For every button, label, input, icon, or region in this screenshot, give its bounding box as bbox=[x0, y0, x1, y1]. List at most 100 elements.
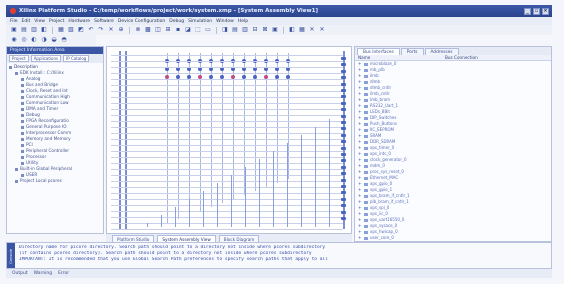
tab-error[interactable]: Error bbox=[58, 271, 69, 276]
menu-hardware[interactable]: Hardware bbox=[68, 19, 90, 24]
app-window: Xilinx Platform Studio - C:/temp/workflo… bbox=[0, 0, 564, 284]
toolbar-button-icon[interactable]: ◩ bbox=[77, 26, 85, 34]
tree-node-icon bbox=[21, 149, 24, 153]
toolbar-button-icon[interactable]: ↷ bbox=[97, 26, 105, 34]
bus-grid-line bbox=[111, 199, 343, 200]
tab-platform-studio[interactable]: Platform Studio bbox=[112, 235, 155, 242]
expand-icon[interactable]: + bbox=[358, 235, 362, 241]
toolbar-button-icon[interactable]: ◪ bbox=[184, 26, 192, 34]
menu-file[interactable]: File bbox=[10, 19, 18, 24]
minimize-button[interactable]: _ bbox=[524, 7, 531, 15]
close-button[interactable]: × bbox=[542, 7, 549, 15]
toolbar-button-icon[interactable]: ⊗ bbox=[134, 26, 142, 34]
toolbar-button-icon[interactable]: ▥ bbox=[30, 26, 38, 34]
menu-debug[interactable]: Debug bbox=[169, 19, 184, 24]
toolbar-button-icon[interactable]: ◨ bbox=[221, 26, 229, 34]
toolbar-button-icon[interactable]: ↶ bbox=[87, 26, 95, 34]
instance-name: mdm_0 bbox=[370, 163, 385, 168]
bus-grid-line bbox=[111, 223, 343, 224]
connection-marker-icon bbox=[341, 172, 346, 176]
toolbar-button-icon[interactable]: ◧ bbox=[288, 26, 296, 34]
toolbar-button-icon[interactable]: ⬚ bbox=[194, 26, 202, 34]
bus-grid-line bbox=[111, 55, 343, 56]
toolbar-button-icon[interactable]: ▭ bbox=[204, 26, 212, 34]
tree-node-icon bbox=[21, 137, 24, 141]
instance-row[interactable]: + user_core_0 bbox=[355, 235, 551, 241]
stair-line bbox=[315, 127, 316, 227]
ip-core-icon bbox=[364, 176, 368, 180]
toolbar-button-icon[interactable]: ◧ bbox=[40, 26, 48, 34]
ip-core-icon bbox=[364, 110, 368, 114]
toolbar-button-icon[interactable]: ▥ bbox=[241, 26, 249, 34]
bus-grid-line bbox=[111, 169, 343, 170]
toolbar-button-icon[interactable]: ⊟ bbox=[251, 26, 259, 34]
tab-block-diagram[interactable]: Block Diagram bbox=[218, 235, 260, 242]
toolbar-button-icon[interactable]: ▤ bbox=[231, 26, 239, 34]
bus-grid-line bbox=[111, 151, 343, 152]
menu-software[interactable]: Software bbox=[94, 19, 114, 24]
connection-marker-icon bbox=[341, 89, 346, 92]
tab-ip-catalog[interactable]: IP Catalog bbox=[63, 55, 90, 62]
toolbar-button-icon[interactable]: ▩ bbox=[144, 26, 152, 34]
toolbar-button-icon[interactable]: ▦ bbox=[298, 26, 306, 34]
tree-item-label: Bus and Bridge bbox=[26, 82, 58, 87]
toolbar-button-icon[interactable]: ◒ bbox=[50, 36, 58, 44]
toolbar-button-icon[interactable]: ⊞ bbox=[164, 26, 172, 34]
bus-grid-line bbox=[111, 181, 343, 182]
menu-window[interactable]: Window bbox=[216, 19, 234, 24]
connection-marker-icon bbox=[341, 217, 346, 220]
tab-addresses[interactable]: Addresses bbox=[424, 48, 459, 55]
tab-bus-interfaces[interactable]: Bus Interfaces bbox=[357, 48, 400, 55]
ip-core-icon bbox=[364, 92, 368, 96]
tree-node-icon bbox=[9, 65, 12, 69]
toolbar-button-icon[interactable]: ◓ bbox=[60, 36, 68, 44]
tree-item[interactable]: Project Local pcores bbox=[9, 178, 101, 184]
tree-item-label: Peripheral Controller bbox=[26, 148, 70, 153]
instance-name: ilmb_cntlr bbox=[370, 91, 390, 96]
ip-catalog-tree: Description EDK Install : C:/Xilinx Analog… bbox=[7, 63, 103, 185]
toolbar-button-icon[interactable]: ✕ bbox=[318, 26, 326, 34]
toolbar-button-icon[interactable]: ▧ bbox=[67, 26, 75, 34]
menu-view[interactable]: View bbox=[34, 19, 45, 24]
toolbar-button-icon[interactable]: ◎ bbox=[20, 36, 28, 44]
tree-item-label: General Purpose IO bbox=[26, 124, 67, 129]
toolbar-button-icon[interactable]: ▪ bbox=[174, 26, 182, 34]
instance-name: xps_sysace_0 bbox=[370, 223, 398, 228]
stair-line bbox=[161, 215, 162, 227]
menu-project[interactable]: Project bbox=[49, 19, 64, 24]
toolbar-button-icon[interactable]: ✕ bbox=[308, 26, 316, 34]
console-tab[interactable]: Console bbox=[7, 243, 15, 268]
tab-warning[interactable]: Warning bbox=[34, 271, 53, 276]
tab-output[interactable]: Output bbox=[12, 271, 28, 276]
tab-ports[interactable]: Ports bbox=[400, 48, 424, 55]
tab-applications[interactable]: Applications bbox=[30, 55, 62, 62]
menu-simulation[interactable]: Simulation bbox=[188, 19, 212, 24]
tab-project[interactable]: Project bbox=[9, 55, 29, 62]
tree-node-icon bbox=[21, 131, 24, 135]
column-bus-connection[interactable]: Bus Connection bbox=[443, 55, 551, 60]
toolbar-button-icon[interactable]: ⊕ bbox=[117, 26, 125, 34]
menu-device-configuration[interactable]: Device Configuration bbox=[118, 19, 165, 24]
ip-core-icon bbox=[364, 128, 368, 132]
connection-marker-icon bbox=[341, 210, 346, 214]
toolbar-button-icon[interactable]: ▦ bbox=[57, 26, 65, 34]
toolbar-button-icon[interactable]: ✕ bbox=[107, 26, 115, 34]
console-panel: Console Directory name for picore direct… bbox=[6, 242, 552, 269]
bus-grid-line bbox=[111, 193, 343, 194]
menu-edit[interactable]: Edit bbox=[22, 19, 31, 24]
toolbar-button-icon[interactable]: ◉ bbox=[10, 36, 18, 44]
stair-line bbox=[175, 207, 176, 227]
column-name[interactable]: Name bbox=[355, 55, 443, 60]
toolbar-button-icon[interactable]: ◫ bbox=[154, 26, 162, 34]
toolbar-button-icon[interactable]: ◑ bbox=[40, 36, 48, 44]
toolbar-button-icon[interactable]: ▣ bbox=[10, 26, 18, 34]
toolbar-button-icon[interactable]: ⊠ bbox=[261, 26, 269, 34]
menu-help[interactable]: Help bbox=[238, 19, 248, 24]
toolbar-button-icon[interactable]: ▣ bbox=[271, 26, 279, 34]
maximize-button[interactable]: ▫ bbox=[533, 7, 540, 15]
toolbar-button-icon[interactable]: ▤ bbox=[20, 26, 28, 34]
toolbar-button-icon[interactable]: ◐ bbox=[30, 36, 38, 44]
tab-system-assembly-view[interactable]: System Assembly View bbox=[157, 235, 216, 242]
tree-node-icon bbox=[21, 77, 24, 81]
stair-line bbox=[147, 223, 148, 227]
